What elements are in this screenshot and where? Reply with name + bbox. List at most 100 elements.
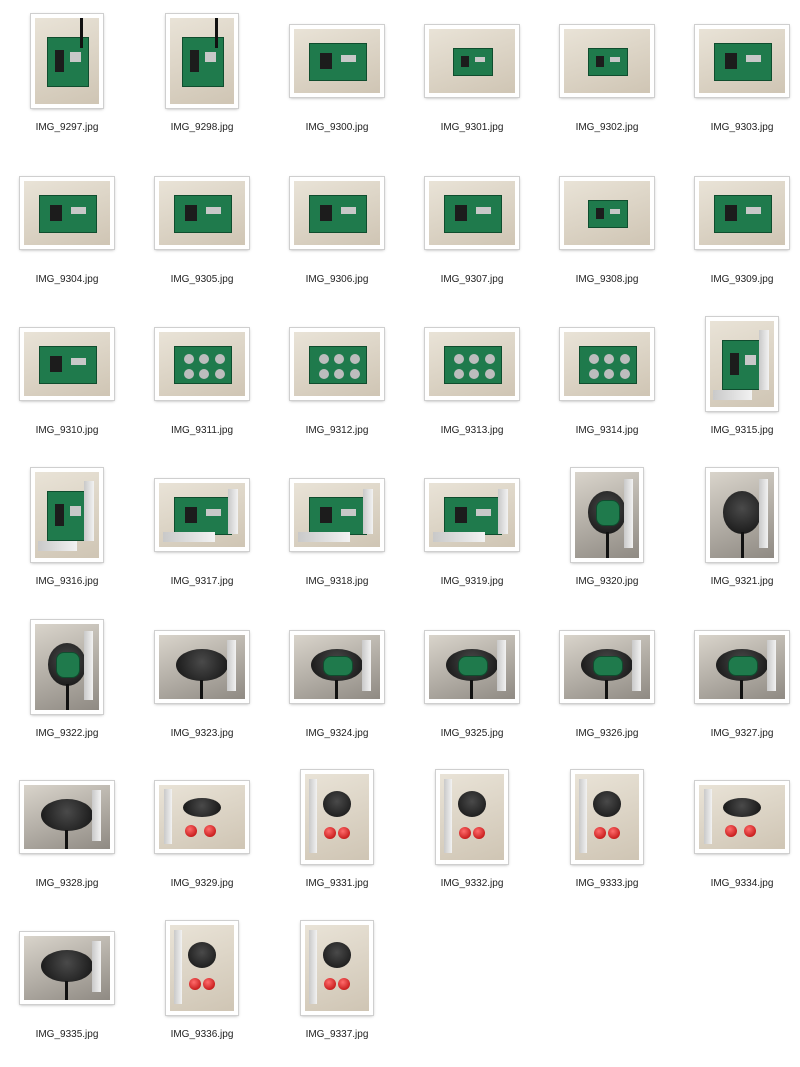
file-name-label[interactable]: IMG_9327.jpg	[675, 728, 800, 739]
file-name-label[interactable]: IMG_9308.jpg	[540, 274, 674, 285]
file-item[interactable]: IMG_9335.jpg	[0, 915, 134, 1067]
file-name-label[interactable]: IMG_9307.jpg	[405, 274, 539, 285]
thumbnail-frame[interactable]	[425, 25, 519, 97]
thumbnail-frame[interactable]	[706, 317, 778, 411]
file-name-label[interactable]: IMG_9325.jpg	[405, 728, 539, 739]
file-name-label[interactable]: IMG_9300.jpg	[270, 122, 404, 133]
file-name-label[interactable]: IMG_9301.jpg	[405, 122, 539, 133]
thumbnail-frame[interactable]	[31, 468, 103, 562]
file-item[interactable]: IMG_9318.jpg	[270, 462, 404, 614]
thumbnail-frame[interactable]	[425, 328, 519, 400]
thumbnail-frame[interactable]	[695, 781, 789, 853]
thumbnail-frame[interactable]	[166, 921, 238, 1015]
file-name-label[interactable]: IMG_9305.jpg	[135, 274, 269, 285]
file-name-label[interactable]: IMG_9314.jpg	[540, 425, 674, 436]
file-item[interactable]: IMG_9337.jpg	[270, 915, 404, 1067]
file-item[interactable]: IMG_9329.jpg	[135, 764, 269, 916]
thumbnail-frame[interactable]	[31, 14, 103, 108]
thumbnail-frame[interactable]	[571, 468, 643, 562]
thumbnail-frame[interactable]	[425, 631, 519, 703]
file-item[interactable]: IMG_9334.jpg	[675, 764, 800, 916]
thumbnail-frame[interactable]	[31, 620, 103, 714]
thumbnail-frame[interactable]	[560, 25, 654, 97]
file-name-label[interactable]: IMG_9313.jpg	[405, 425, 539, 436]
file-item[interactable]: IMG_9323.jpg	[135, 614, 269, 766]
thumbnail-frame[interactable]	[425, 479, 519, 551]
file-name-label[interactable]: IMG_9312.jpg	[270, 425, 404, 436]
thumbnail-frame[interactable]	[301, 770, 373, 864]
file-item[interactable]: IMG_9313.jpg	[405, 311, 539, 463]
file-item[interactable]: IMG_9324.jpg	[270, 614, 404, 766]
thumbnail-frame[interactable]	[155, 781, 249, 853]
file-name-label[interactable]: IMG_9324.jpg	[270, 728, 404, 739]
file-name-label[interactable]: IMG_9315.jpg	[675, 425, 800, 436]
file-item[interactable]: IMG_9315.jpg	[675, 311, 800, 463]
file-item[interactable]: IMG_9304.jpg	[0, 160, 134, 312]
file-item[interactable]: IMG_9319.jpg	[405, 462, 539, 614]
file-item[interactable]: IMG_9297.jpg	[0, 8, 134, 160]
thumbnail-frame[interactable]	[695, 25, 789, 97]
file-item[interactable]: IMG_9311.jpg	[135, 311, 269, 463]
thumbnail-frame[interactable]	[560, 328, 654, 400]
file-item[interactable]: IMG_9307.jpg	[405, 160, 539, 312]
file-item[interactable]: IMG_9310.jpg	[0, 311, 134, 463]
file-name-label[interactable]: IMG_9318.jpg	[270, 576, 404, 587]
thumbnail-frame[interactable]	[695, 177, 789, 249]
thumbnail-frame[interactable]	[560, 177, 654, 249]
file-item[interactable]: IMG_9312.jpg	[270, 311, 404, 463]
thumbnail-frame[interactable]	[290, 479, 384, 551]
thumbnail-frame[interactable]	[571, 770, 643, 864]
file-name-label[interactable]: IMG_9320.jpg	[540, 576, 674, 587]
file-name-label[interactable]: IMG_9321.jpg	[675, 576, 800, 587]
file-name-label[interactable]: IMG_9323.jpg	[135, 728, 269, 739]
file-name-label[interactable]: IMG_9302.jpg	[540, 122, 674, 133]
file-item[interactable]: IMG_9314.jpg	[540, 311, 674, 463]
thumbnail-frame[interactable]	[695, 631, 789, 703]
file-item[interactable]: IMG_9305.jpg	[135, 160, 269, 312]
file-name-label[interactable]: IMG_9328.jpg	[0, 878, 134, 889]
file-item[interactable]: IMG_9328.jpg	[0, 764, 134, 916]
file-name-label[interactable]: IMG_9333.jpg	[540, 878, 674, 889]
file-name-label[interactable]: IMG_9310.jpg	[0, 425, 134, 436]
file-name-label[interactable]: IMG_9319.jpg	[405, 576, 539, 587]
thumbnail-frame[interactable]	[155, 328, 249, 400]
thumbnail-frame[interactable]	[20, 328, 114, 400]
file-item[interactable]: IMG_9332.jpg	[405, 764, 539, 916]
file-name-label[interactable]: IMG_9335.jpg	[0, 1029, 134, 1040]
thumbnail-frame[interactable]	[706, 468, 778, 562]
file-name-label[interactable]: IMG_9297.jpg	[0, 122, 134, 133]
file-item[interactable]: IMG_9309.jpg	[675, 160, 800, 312]
file-name-label[interactable]: IMG_9326.jpg	[540, 728, 674, 739]
thumbnail-frame[interactable]	[290, 177, 384, 249]
thumbnail-frame[interactable]	[155, 479, 249, 551]
thumbnail-frame[interactable]	[166, 14, 238, 108]
thumbnail-frame[interactable]	[301, 921, 373, 1015]
file-item[interactable]: IMG_9325.jpg	[405, 614, 539, 766]
thumbnail-frame[interactable]	[425, 177, 519, 249]
file-name-label[interactable]: IMG_9329.jpg	[135, 878, 269, 889]
thumbnail-frame[interactable]	[560, 631, 654, 703]
thumbnail-frame[interactable]	[290, 328, 384, 400]
file-item[interactable]: IMG_9320.jpg	[540, 462, 674, 614]
file-name-label[interactable]: IMG_9311.jpg	[135, 425, 269, 436]
file-name-label[interactable]: IMG_9337.jpg	[270, 1029, 404, 1040]
thumbnail-frame[interactable]	[290, 631, 384, 703]
thumbnail-frame[interactable]	[155, 177, 249, 249]
file-item[interactable]: IMG_9306.jpg	[270, 160, 404, 312]
file-item[interactable]: IMG_9300.jpg	[270, 8, 404, 160]
thumbnail-frame[interactable]	[20, 932, 114, 1004]
file-name-label[interactable]: IMG_9303.jpg	[675, 122, 800, 133]
file-name-label[interactable]: IMG_9331.jpg	[270, 878, 404, 889]
file-name-label[interactable]: IMG_9316.jpg	[0, 576, 134, 587]
file-name-label[interactable]: IMG_9317.jpg	[135, 576, 269, 587]
file-item[interactable]: IMG_9317.jpg	[135, 462, 269, 614]
file-item[interactable]: IMG_9302.jpg	[540, 8, 674, 160]
thumbnail-frame[interactable]	[155, 631, 249, 703]
file-item[interactable]: IMG_9301.jpg	[405, 8, 539, 160]
file-name-label[interactable]: IMG_9304.jpg	[0, 274, 134, 285]
file-item[interactable]: IMG_9321.jpg	[675, 462, 800, 614]
file-item[interactable]: IMG_9326.jpg	[540, 614, 674, 766]
file-name-label[interactable]: IMG_9336.jpg	[135, 1029, 269, 1040]
file-item[interactable]: IMG_9331.jpg	[270, 764, 404, 916]
file-item[interactable]: IMG_9303.jpg	[675, 8, 800, 160]
